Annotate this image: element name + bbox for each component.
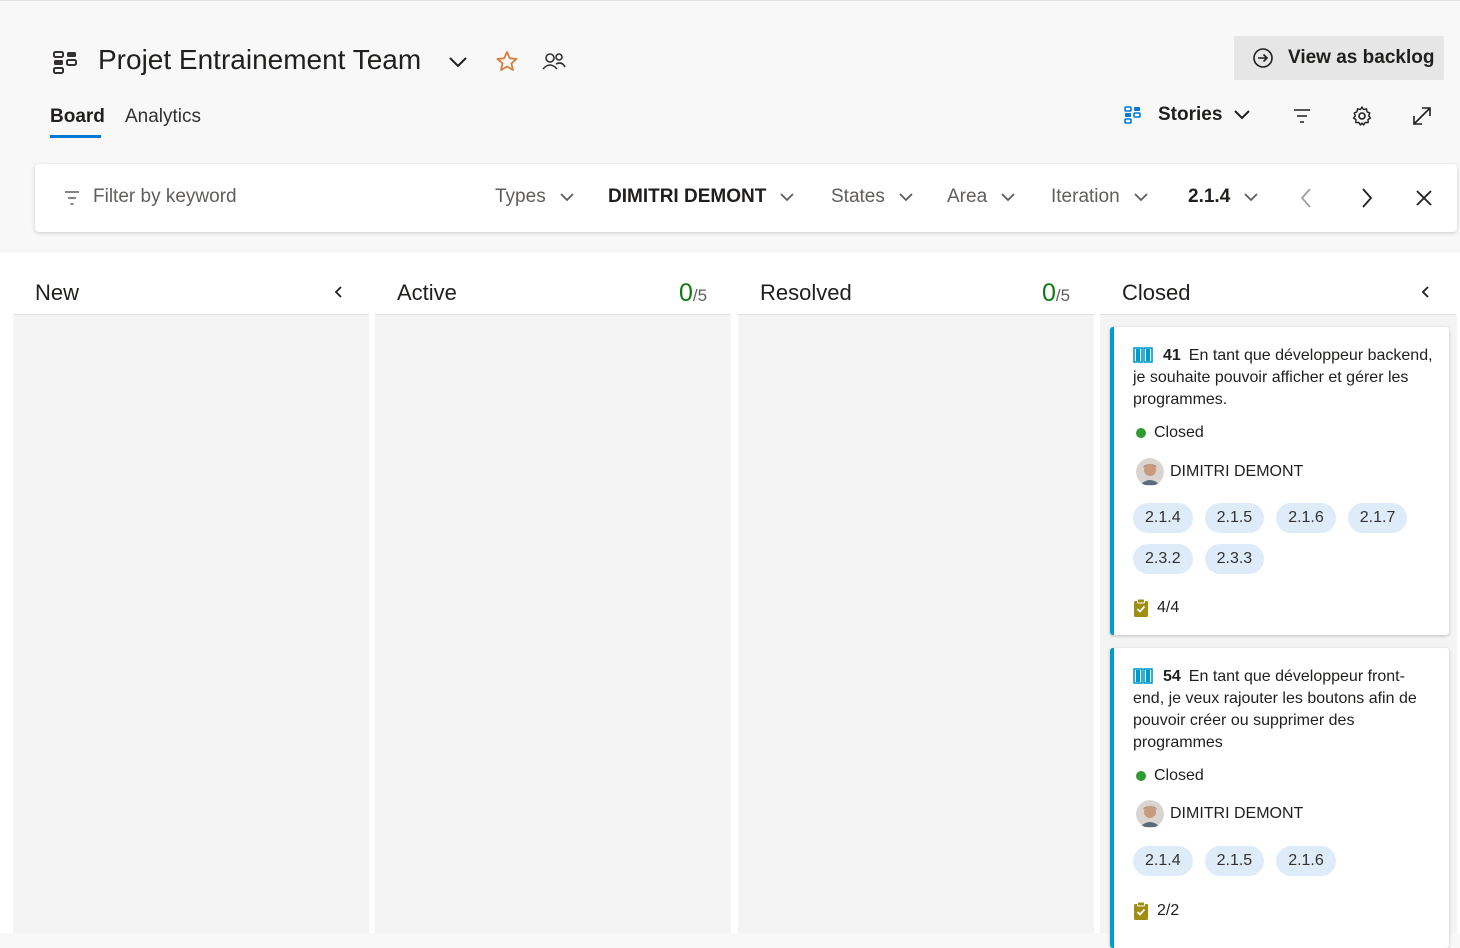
column-wip-count: 0/5 [1042,279,1070,308]
keyword-filter-input[interactable] [93,186,393,208]
board-header: Projet Entrainement Team View as backlog… [0,0,1460,253]
card-title: 54 En tant que développeur front-end, je … [1133,666,1433,754]
people-icon[interactable] [542,51,566,73]
tag[interactable]: 2.1.5 [1204,846,1265,876]
star-icon[interactable] [495,50,519,72]
card-checklist[interactable]: 2/2 [1133,901,1179,921]
tag[interactable]: 2.1.6 [1276,503,1336,533]
card-tags: 2.1.4 2.1.5 2.1.6 [1133,846,1433,876]
book-icon [1133,347,1153,363]
tag[interactable]: 2.3.3 [1204,544,1265,574]
top-divider [0,0,1460,1]
backlog-level-label: Stories [1158,104,1223,125]
chevron-down-icon [899,193,913,202]
column-resolved [738,315,1094,933]
work-item-card[interactable]: 41 En tant que développeur backend, je so… [1110,327,1449,635]
chevron-down-icon [1001,193,1015,202]
tab-board[interactable]: Board [50,106,105,128]
wip-limit: /5 [1055,286,1071,305]
work-item-card[interactable]: 54 En tant que développeur front-end, je … [1110,648,1449,948]
tag[interactable]: 2.1.4 [1133,503,1193,533]
card-assignee[interactable]: DIMITRI DEMONT [1136,800,1303,828]
assigned-to-dropdown[interactable]: DIMITRI DEMONT [608,186,796,208]
avatar [1136,458,1164,486]
iteration-value-dropdown[interactable]: 2.1.4 [1188,186,1260,208]
wip-current: 0 [679,279,693,307]
filter-icon[interactable] [1290,104,1314,128]
tag[interactable]: 2.1.4 [1133,846,1193,876]
collapse-column-icon[interactable] [1418,284,1434,300]
checklist-count: 4/4 [1157,599,1180,616]
team-icon [53,51,77,74]
book-icon [1133,668,1153,684]
page-title: Projet Entrainement Team [98,44,422,75]
states-dropdown[interactable]: States [831,186,915,208]
tag[interactable]: 2.1.5 [1204,503,1265,533]
types-label: Types [495,186,546,207]
types-dropdown[interactable]: Types [495,186,576,208]
card-tags: 2.1.4 2.1.5 2.1.6 2.1.7 2.3.2 2.3.3 [1133,503,1433,574]
iteration-dropdown[interactable]: Iteration [1051,186,1150,208]
iteration-label: Iteration [1051,186,1120,207]
gear-icon[interactable] [1350,104,1374,128]
tag[interactable]: 2.1.6 [1276,846,1336,876]
column-header-active: Active [397,280,457,305]
close-icon[interactable] [1412,186,1436,210]
card-id: 54 [1163,668,1181,685]
tab-board-underline [50,135,101,138]
wip-limit: /5 [692,286,708,305]
chevron-right-icon[interactable] [1354,186,1378,210]
arrow-right-circle-icon [1253,48,1273,68]
state-label: Closed [1154,767,1204,784]
filter-icon [65,191,79,205]
area-dropdown[interactable]: Area [947,186,1017,208]
chevron-left-icon[interactable] [1295,186,1319,210]
column-header-resolved: Resolved [760,280,852,305]
iteration-value-label: 2.1.4 [1188,186,1231,207]
column-wip-count: 0/5 [679,279,707,308]
assignee-name: DIMITRI DEMONT [1170,463,1304,480]
filter-bar: Types DIMITRI DEMONT States Area Iterati… [35,164,1457,232]
tag[interactable]: 2.1.7 [1347,503,1408,533]
chevron-down-icon [560,193,574,202]
checklist-count: 2/2 [1157,902,1180,919]
backlog-icon [1124,106,1141,124]
avatar [1136,800,1164,828]
column-new [13,315,369,933]
area-label: Area [947,186,988,207]
tab-analytics[interactable]: Analytics [125,106,201,128]
view-as-backlog-label: View as backlog [1288,47,1435,68]
clipboard-check-icon [1134,901,1148,920]
state-dot [1136,771,1146,781]
backlog-level-dropdown[interactable]: Stories [1124,104,1252,126]
card-title: 41 En tant que développeur backend, je so… [1133,345,1433,411]
card-id: 41 [1163,347,1181,364]
expand-icon[interactable] [1410,104,1434,128]
clipboard-check-icon [1134,598,1148,617]
collapse-column-icon[interactable] [331,284,347,300]
chevron-down-icon [1234,110,1251,120]
wip-current: 0 [1042,279,1056,307]
chevron-down-icon[interactable] [447,52,469,72]
view-as-backlog-button[interactable]: View as backlog [1234,36,1444,80]
card-checklist[interactable]: 4/4 [1133,598,1179,618]
assignee-name: DIMITRI DEMONT [1170,805,1304,822]
state-dot [1136,428,1146,438]
tag[interactable]: 2.3.2 [1133,544,1193,574]
chevron-down-icon [1134,193,1148,202]
state-label: Closed [1154,424,1204,441]
column-active [375,315,731,933]
chevron-down-icon [1244,193,1258,202]
card-assignee[interactable]: DIMITRI DEMONT [1136,458,1303,486]
assigned-to-label: DIMITRI DEMONT [608,186,767,207]
card-state: Closed [1136,424,1204,442]
states-label: States [831,186,885,207]
column-header-closed: Closed [1122,280,1191,305]
card-state: Closed [1136,767,1204,785]
column-header-new: New [35,280,80,305]
chevron-down-icon [780,193,794,202]
